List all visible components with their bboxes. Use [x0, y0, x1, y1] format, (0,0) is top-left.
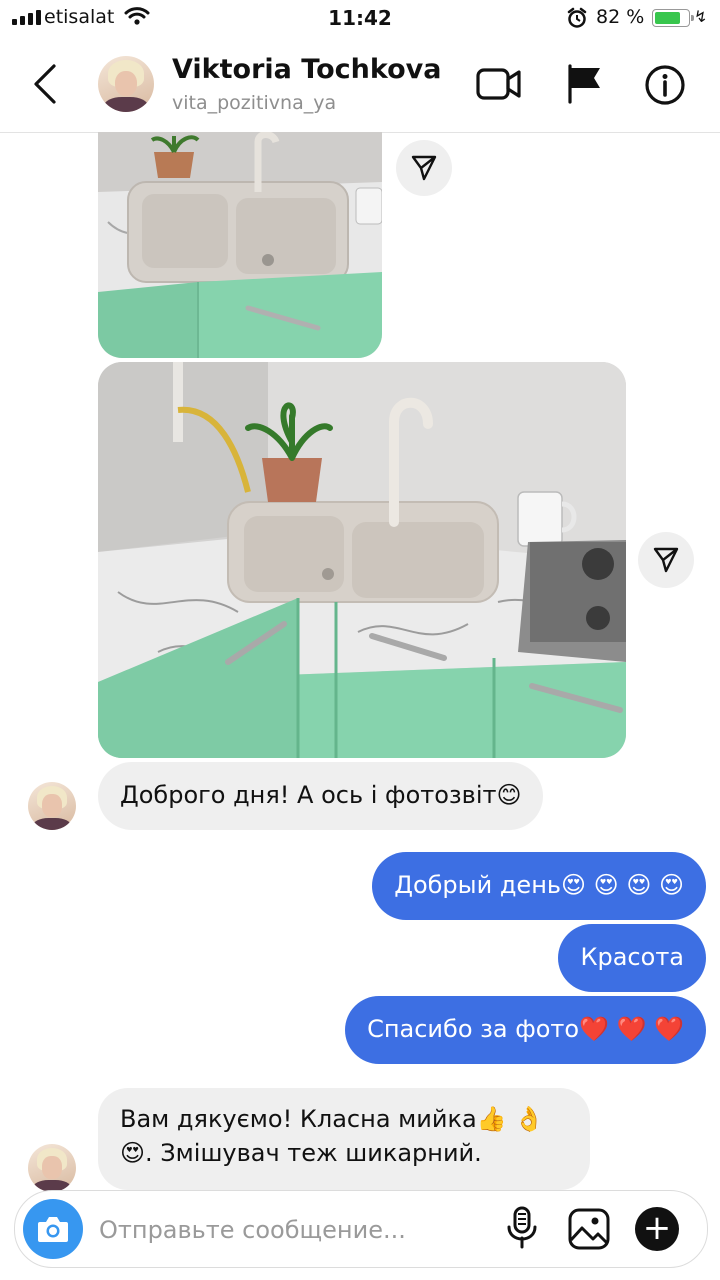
avatar[interactable]	[28, 782, 76, 830]
kitchen-sink-photo[interactable]	[98, 132, 382, 358]
message-outgoing[interactable]: Красота	[558, 924, 706, 992]
video-camera-icon[interactable]	[476, 64, 522, 108]
info-icon[interactable]	[644, 64, 686, 110]
paper-plane-icon[interactable]	[638, 532, 694, 588]
message-outgoing[interactable]: Спасибо за фото❤️ ❤️ ❤️	[345, 996, 706, 1064]
message-composer: +	[14, 1190, 708, 1268]
kitchen-sink-photo[interactable]	[98, 362, 626, 758]
charging-icon: ↯	[694, 7, 708, 26]
message-incoming[interactable]: Доброго дня! А ось і фотозвіт😊	[98, 762, 544, 830]
message-incoming[interactable]: Вам дякуємо! Класна мийка👍 👌😍. Змішувач …	[98, 1088, 590, 1190]
paper-plane-icon[interactable]	[396, 140, 452, 196]
avatar[interactable]	[28, 1144, 76, 1192]
contact-name[interactable]: Viktoria Tochkova	[172, 54, 442, 85]
camera-icon[interactable]	[23, 1199, 83, 1259]
message-outgoing[interactable]: Добрый день😍 😍 😍 😍	[372, 852, 706, 920]
alarm-icon	[566, 7, 588, 33]
conversation-header: Viktoria Tochkova vita_pozitivna_ya	[0, 36, 720, 133]
message-input[interactable]	[97, 1207, 481, 1253]
plus-icon[interactable]: +	[635, 1207, 679, 1251]
battery-icon	[652, 9, 694, 27]
microphone-icon[interactable]	[505, 1205, 539, 1255]
status-bar: etisalat 11:42 82 % ↯	[0, 0, 720, 36]
avatar[interactable]	[98, 56, 154, 112]
battery-percent: 82 %	[596, 6, 645, 28]
contact-username[interactable]: vita_pozitivna_ya	[172, 92, 336, 114]
flag-icon[interactable]	[566, 64, 602, 108]
image-icon[interactable]	[567, 1207, 611, 1255]
chevron-left-icon[interactable]	[30, 62, 60, 110]
